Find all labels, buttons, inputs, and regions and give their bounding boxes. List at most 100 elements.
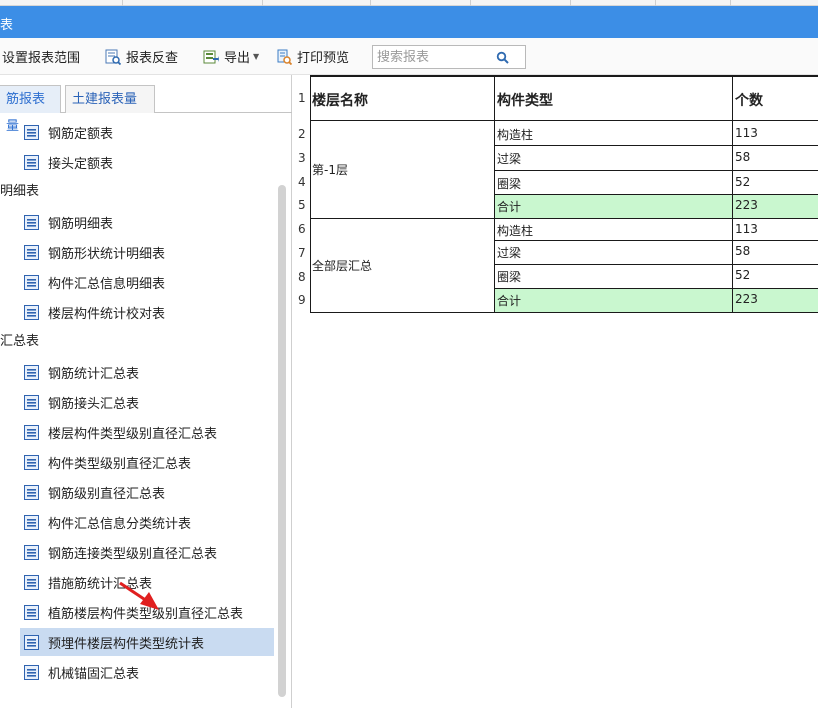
report-doc-icon bbox=[24, 574, 39, 590]
report-view: 1 2 3 4 5 6 7 8 9 楼层名称 构件类型 个数 第-1层 全部层汇… bbox=[298, 75, 818, 708]
tree-item[interactable]: 植筋楼层构件类型级别直径汇总表 bbox=[24, 599, 243, 625]
report-doc-icon bbox=[24, 604, 39, 620]
tree-item-label: 楼层构件类型级别直径汇总表 bbox=[48, 426, 218, 442]
tree-item-label: 钢筋统计汇总表 bbox=[48, 366, 140, 382]
component-type-cell: 圈梁 bbox=[497, 177, 522, 191]
tree-item-label: 机械锚固汇总表 bbox=[48, 666, 140, 682]
report-doc-icon bbox=[24, 454, 39, 470]
print-preview-icon bbox=[277, 49, 292, 65]
row-number: 6 bbox=[298, 222, 306, 236]
tree-item-label: 接头定额表 bbox=[48, 156, 114, 172]
export-label: 导出 bbox=[224, 51, 251, 66]
tree-item[interactable]: 钢筋形状统计明细表 bbox=[24, 239, 165, 265]
count-cell: 113 bbox=[735, 222, 758, 236]
report-doc-icon bbox=[24, 634, 39, 650]
tree-item-joint-quota[interactable]: 接头定额表 bbox=[24, 149, 113, 175]
report-doc-icon bbox=[24, 304, 39, 320]
tree-item[interactable]: 钢筋明细表 bbox=[24, 209, 113, 235]
count-cell: 223 bbox=[735, 198, 758, 212]
tree-item[interactable]: 构件汇总信息明细表 bbox=[24, 269, 165, 295]
search-icon[interactable] bbox=[496, 51, 509, 64]
total-row-highlight bbox=[494, 289, 818, 312]
component-type-cell: 过梁 bbox=[497, 152, 522, 166]
export-icon bbox=[203, 50, 219, 63]
column-header: 构件类型 bbox=[497, 93, 553, 109]
report-tree-panel: 筋报表量 土建报表量 钢筋定额表 接头定额表 明细表 钢筋明细表 钢筋形状统计明… bbox=[0, 75, 292, 708]
count-cell: 223 bbox=[735, 292, 758, 306]
report-doc-icon bbox=[24, 154, 39, 170]
row-number: 8 bbox=[298, 270, 306, 284]
chevron-down-icon: ▼ bbox=[253, 52, 260, 61]
tree-group-detail[interactable]: 明细表 bbox=[0, 179, 39, 205]
count-cell: 58 bbox=[735, 244, 751, 258]
component-type-cell: 圈梁 bbox=[497, 270, 522, 284]
report-reverse-button[interactable]: 报表反查 bbox=[105, 38, 178, 75]
component-type-cell: 构造柱 bbox=[497, 128, 534, 142]
tree-item-label: 钢筋定额表 bbox=[48, 126, 114, 142]
report-doc-icon bbox=[24, 484, 39, 500]
row-number: 4 bbox=[298, 175, 306, 189]
floor-name-cell: 第-1层 bbox=[312, 163, 348, 177]
component-type-cell: 过梁 bbox=[497, 246, 522, 260]
report-search-box[interactable] bbox=[372, 45, 526, 69]
set-report-range-button[interactable]: 设置报表范围 bbox=[2, 38, 80, 75]
report-doc-icon bbox=[24, 514, 39, 530]
export-button[interactable]: 导出 ▼ bbox=[203, 38, 259, 75]
tree-item-label: 钢筋明细表 bbox=[48, 216, 114, 232]
window-title: 表 bbox=[0, 18, 14, 33]
tree-item[interactable]: 构件类型级别直径汇总表 bbox=[24, 449, 191, 475]
count-cell: 52 bbox=[735, 175, 751, 189]
column-header: 楼层名称 bbox=[312, 93, 368, 109]
report-doc-icon bbox=[24, 124, 39, 140]
tree-item-label: 预埋件楼层构件类型统计表 bbox=[48, 636, 205, 652]
set-report-range-label: 设置报表范围 bbox=[2, 51, 81, 66]
tree-item[interactable]: 钢筋级别直径汇总表 bbox=[24, 479, 165, 505]
tree-item-label: 构件汇总信息分类统计表 bbox=[48, 516, 192, 532]
report-doc-icon bbox=[24, 364, 39, 380]
tree-item-label: 钢筋形状统计明细表 bbox=[48, 246, 166, 262]
report-doc-icon bbox=[24, 214, 39, 230]
report-doc-icon bbox=[24, 544, 39, 560]
tree-item[interactable]: 构件汇总信息分类统计表 bbox=[24, 509, 191, 535]
tree-item[interactable]: 楼层构件类型级别直径汇总表 bbox=[24, 419, 217, 445]
report-doc-icon bbox=[24, 274, 39, 290]
row-number: 2 bbox=[298, 127, 306, 141]
window-titlebar: 表 bbox=[0, 6, 818, 38]
count-cell: 58 bbox=[735, 150, 751, 164]
component-type-cell: 合计 bbox=[497, 200, 522, 214]
report-doc-icon bbox=[24, 424, 39, 440]
row-number: 7 bbox=[298, 246, 306, 260]
component-type-cell: 合计 bbox=[497, 294, 522, 308]
search-input[interactable] bbox=[373, 46, 491, 68]
row-number: 9 bbox=[298, 293, 306, 307]
tree-item[interactable]: 机械锚固汇总表 bbox=[24, 659, 139, 685]
tree-item-label: 钢筋级别直径汇总表 bbox=[48, 486, 166, 502]
tree-item-label: 构件汇总信息明细表 bbox=[48, 276, 166, 292]
report-doc-icon bbox=[24, 244, 39, 260]
tree-item[interactable]: 措施筋统计汇总表 bbox=[24, 569, 152, 595]
row-number: 1 bbox=[298, 91, 306, 105]
toolbar: 设置报表范围 报表反查 导出 ▼ 打印预览 bbox=[0, 38, 818, 75]
tree-item-selected[interactable]: 预埋件楼层构件类型统计表 bbox=[20, 628, 274, 656]
print-preview-button[interactable]: 打印预览 bbox=[276, 38, 349, 75]
tree-item-label: 植筋楼层构件类型级别直径汇总表 bbox=[48, 606, 244, 622]
report-doc-icon bbox=[24, 664, 39, 680]
tree-group-summary[interactable]: 汇总表 bbox=[0, 329, 39, 355]
tree-item-label: 楼层构件统计校对表 bbox=[48, 306, 166, 322]
component-type-cell: 构造柱 bbox=[497, 224, 534, 238]
count-cell: 113 bbox=[735, 126, 758, 140]
tree-item[interactable]: 楼层构件统计校对表 bbox=[24, 299, 165, 325]
tree-item[interactable]: 钢筋接头汇总表 bbox=[24, 389, 139, 415]
row-number: 5 bbox=[298, 198, 306, 212]
tree-scrollbar[interactable] bbox=[278, 185, 286, 697]
tree-item-rebar-quota[interactable]: 钢筋定额表 bbox=[24, 119, 113, 145]
tree-item-label: 措施筋统计汇总表 bbox=[48, 576, 153, 592]
report-search-icon bbox=[105, 49, 121, 65]
print-preview-label: 打印预览 bbox=[297, 51, 350, 66]
tree-item[interactable]: 钢筋连接类型级别直径汇总表 bbox=[24, 539, 217, 565]
tab-civil-report[interactable]: 土建报表量 bbox=[65, 85, 155, 113]
column-header: 个数 bbox=[735, 93, 763, 109]
tree-item[interactable]: 钢筋统计汇总表 bbox=[24, 359, 139, 385]
tab-rebar-report[interactable]: 筋报表量 bbox=[0, 85, 61, 134]
total-row-highlight bbox=[494, 195, 818, 218]
